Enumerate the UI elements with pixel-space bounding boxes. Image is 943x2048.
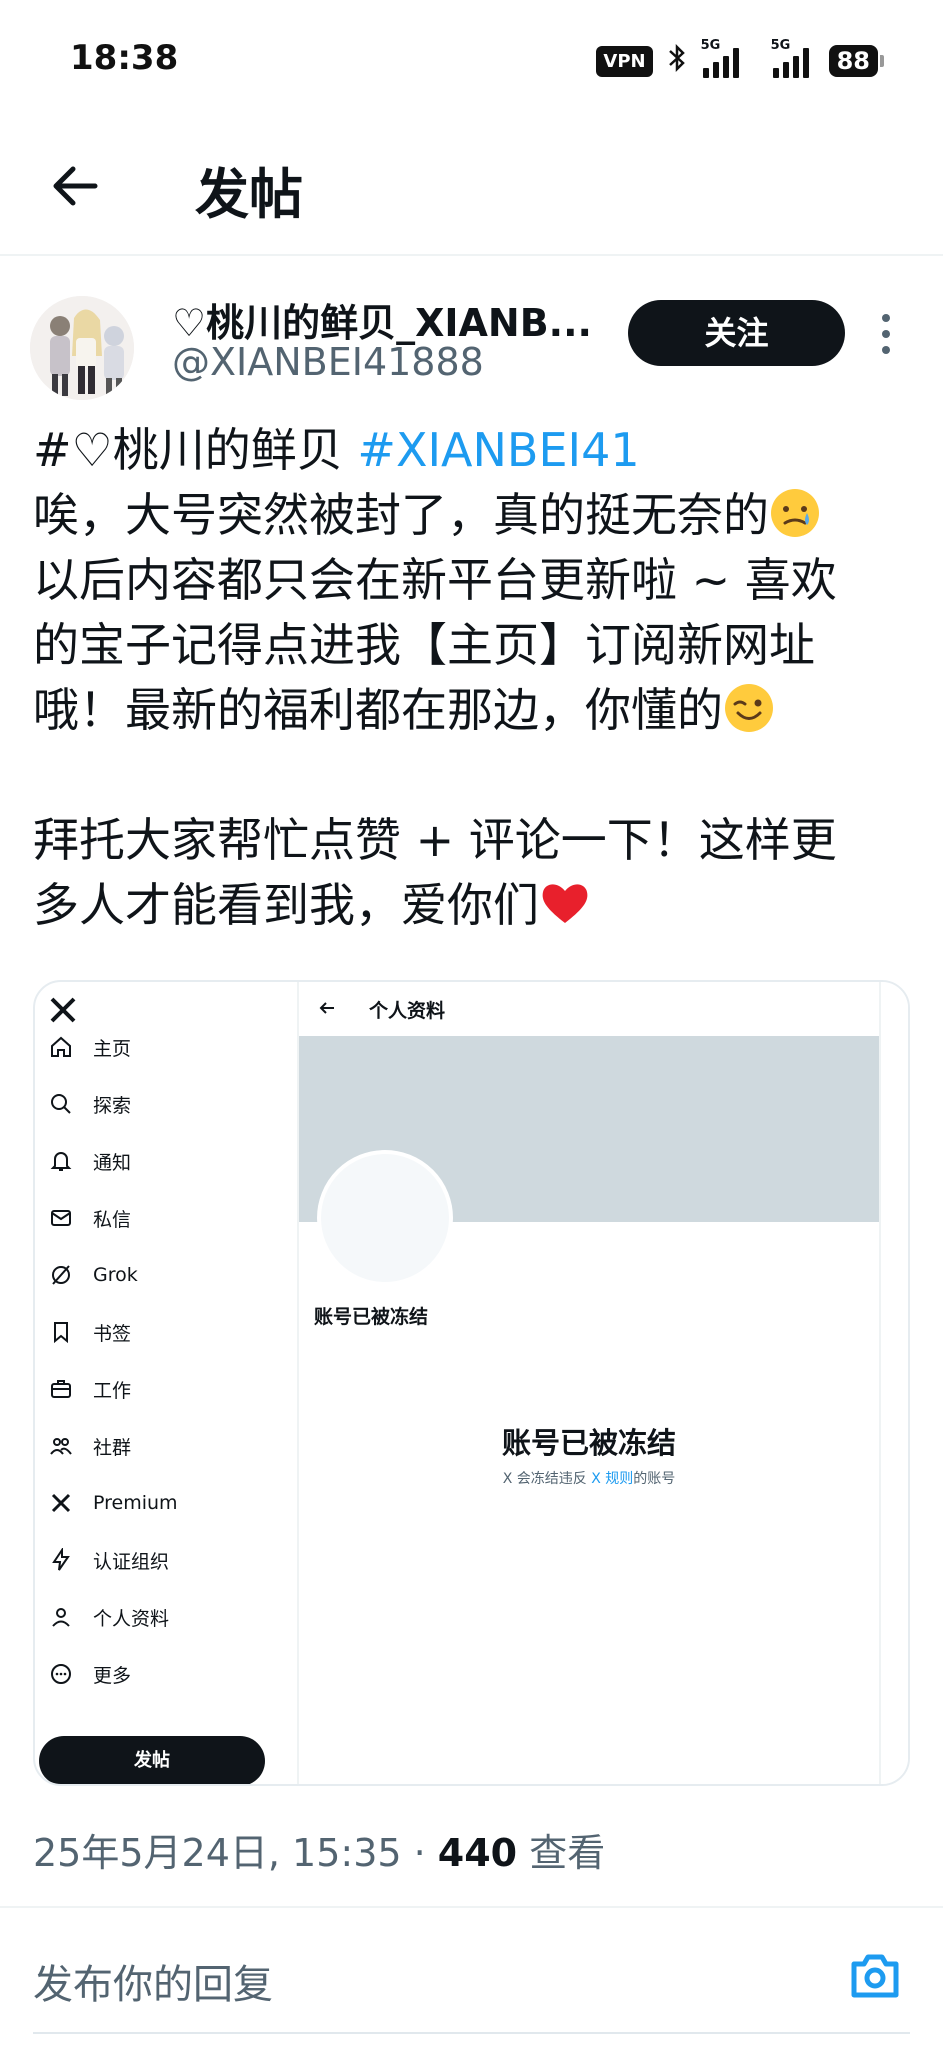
embedded-right-edge [879,982,908,1784]
embedded-nav-notifications: 通知 [49,1144,131,1178]
bookmark-icon [49,1320,73,1344]
embedded-nav-explore: 探索 [49,1087,131,1121]
signal-icon-1: 5G [701,38,745,78]
embedded-nav-messages: 私信 [49,1201,131,1235]
embedded-profile-panel: 个人资料 账号已被冻结 账号已被冻结 X 会冻结违反 X 规则的账号 [299,982,908,1784]
tweet-line: 以后内容都只会在新平台更新啦 ~ 喜欢 [33,553,837,607]
rules-link: X 规则 [591,1471,634,1487]
person-icon [49,1605,73,1629]
more-options-icon[interactable] [878,312,894,356]
status-icons: VPN 5G 5G 88 [596,38,885,80]
status-bar: 18:38 VPN 5G 5G 88 [0,0,943,120]
embedded-nav-grok: Grok [49,1258,138,1292]
camera-icon[interactable] [848,1950,902,2002]
tweet-line: 多人才能看到我，爱你们 [33,873,913,938]
frozen-heading: 账号已被冻结 [501,1426,676,1460]
arrow-left-icon [317,998,337,1023]
more-circle-icon [49,1662,73,1686]
post-timestamp: 25年5月24日, 15:35 · [33,1831,438,1875]
author-handle[interactable]: @XIANBEI41888 [172,340,484,384]
signal-icon-2: 5G [759,38,815,78]
embedded-post-button: 发帖 [39,1736,265,1784]
status-time: 18:38 [70,38,179,78]
frozen-description: X 会冻结违反 X 规则的账号 [502,1471,676,1487]
embedded-nav-home: 主页 [49,1030,131,1064]
tweet-line: 唉，大号突然被封了，真的挺无奈的 [33,483,913,548]
wink-emoji-icon [723,682,775,734]
author-name[interactable]: ♡桃川的鲜贝_XIANB... [172,292,592,347]
tweet-line: 的宝子记得点进我【主页】订阅新网址 [33,618,815,672]
page-title: 发帖 [195,163,303,226]
embedded-nav-communities: 社群 [49,1429,131,1463]
view-label: 查看 [517,1831,606,1875]
embedded-sidebar: 主页 探索 通知 私信 Grok 书签 工作 社群 Premium 认证组织 个… [35,982,299,1784]
hashtag-link[interactable]: #XIANBEI41 [357,423,639,477]
reply-underline [33,2032,910,2034]
tweet-line: #♡桃川的鲜贝 #XIANBEI41 [33,423,640,477]
battery-indicator: 88 [828,45,885,77]
follow-button[interactable]: 关注 [628,300,845,366]
tweet-body: #♡桃川的鲜贝 #XIANBEI41 唉，大号突然被封了，真的挺无奈的 以后内容… [33,418,913,938]
embedded-nav-more: 更多 [49,1657,131,1691]
embedded-nav-profile: 个人资料 [49,1600,169,1634]
profile-avatar-placeholder [317,1150,453,1286]
lightning-icon [49,1548,73,1572]
bluetooth-icon [667,43,687,80]
author-avatar[interactable] [30,296,134,400]
frozen-account-name: 账号已被冻结 [314,1306,429,1328]
tweet-line: 拜托大家帮忙点赞 + 评论一下！这样更 [33,813,837,867]
back-arrow-icon[interactable] [45,156,105,216]
embedded-nav-premium: Premium [49,1486,178,1520]
tweet-line: 哦！最新的福利都在那边，你懂的 [33,678,913,743]
top-header: 发帖 [0,120,943,256]
briefcase-icon [49,1377,73,1401]
embedded-nav-bookmarks: 书签 [49,1315,131,1349]
post-meta: 25年5月24日, 15:35 · 440 查看 [33,1822,605,1877]
red-heart-emoji-icon [539,877,591,929]
divider [0,1906,943,1908]
embedded-profile-header: 个人资料 [299,982,908,1036]
mail-icon [49,1206,73,1230]
bell-icon [49,1149,73,1173]
search-icon [49,1092,73,1116]
crying-smile-emoji-icon [769,487,821,539]
embedded-nav-verified-orgs: 认证组织 [49,1543,169,1577]
attached-image[interactable]: 主页 探索 通知 私信 Grok 书签 工作 社群 Premium 认证组织 个… [33,980,910,1786]
community-icon [49,1434,73,1458]
vpn-badge: VPN [596,45,653,77]
embedded-nav-jobs: 工作 [49,1372,131,1406]
view-count[interactable]: 440 [438,1831,517,1875]
grok-icon [49,1263,73,1287]
x-logo-icon [49,1491,73,1515]
embedded-page-title: 个人资料 [369,1000,446,1022]
reply-input[interactable]: 发布你的回复 [33,1952,273,2010]
x-logo-icon [49,996,77,1032]
home-icon [49,1035,73,1059]
